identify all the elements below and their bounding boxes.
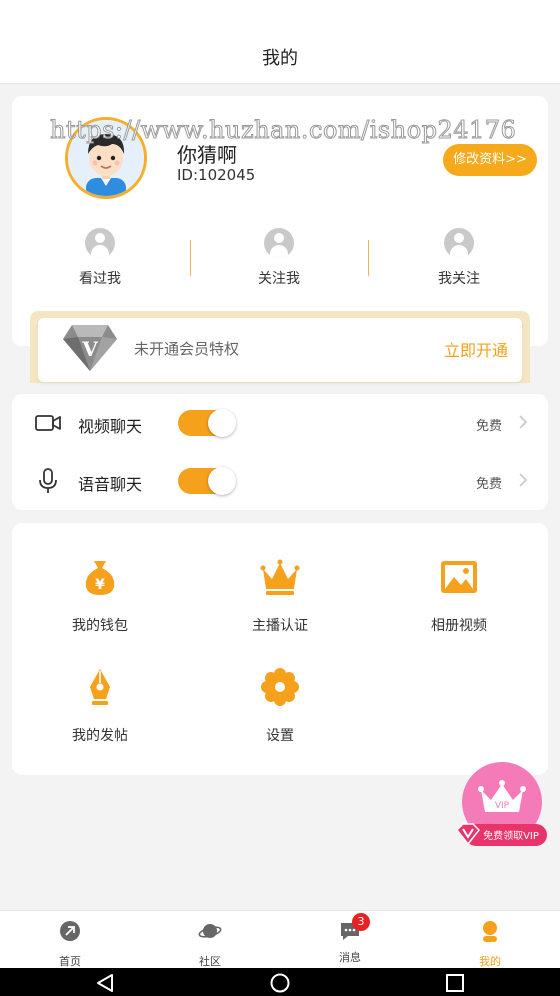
tab-label: 首页 xyxy=(59,955,81,968)
tab-community[interactable]: 社区 xyxy=(170,919,250,969)
vip-status-text: 未开通会员特权 xyxy=(134,340,240,358)
toggle-knob xyxy=(208,409,236,437)
my-posts-label: 我的发帖 xyxy=(72,728,128,744)
tab-home[interactable]: 首页 xyxy=(30,919,110,969)
picture-icon xyxy=(441,561,477,593)
video-chat-toggle[interactable] xyxy=(178,409,236,437)
chevron-right-icon xyxy=(519,415,528,429)
free-vip-label: 免费领取VIP xyxy=(483,829,539,842)
money-bag-icon: ¥ xyxy=(85,561,115,595)
crown-icon xyxy=(260,559,300,595)
vip-letter: V xyxy=(81,337,98,361)
pen-nib-icon xyxy=(90,669,110,705)
tab-label: 社区 xyxy=(199,955,221,968)
stat-label: 我关注 xyxy=(438,271,480,287)
video-camera-icon xyxy=(35,415,61,431)
voice-chat-price: 免费 xyxy=(475,477,502,492)
tab-label: 消息 xyxy=(339,951,361,964)
gear-icon xyxy=(261,668,299,706)
stat-label: 看过我 xyxy=(79,271,121,287)
edit-profile-button[interactable]: 修改资料>> xyxy=(443,144,537,176)
stat-followers[interactable]: 关注我 xyxy=(219,228,339,288)
video-chat-row[interactable]: 视频聊天 免费 xyxy=(12,394,548,452)
home-icon xyxy=(60,921,80,941)
tab-messages[interactable]: 3 消息 xyxy=(310,913,390,965)
video-chat-label: 视频聊天 xyxy=(78,417,143,436)
system-navigation-bar xyxy=(0,968,560,996)
divider xyxy=(368,240,369,276)
vip-banner[interactable]: V 未开通会员特权 立即开通 xyxy=(38,318,522,382)
settings-item[interactable]: 设置 xyxy=(220,667,340,745)
my-posts-item[interactable]: 我的发帖 xyxy=(40,667,160,745)
watermark-text: https://www.huzhan.com/ishop24176 xyxy=(49,116,517,145)
recents-icon[interactable] xyxy=(444,972,466,994)
person-icon xyxy=(85,228,115,258)
feature-grid: ¥ 我的钱包 主播认证 相册视频 我的发帖 设置 xyxy=(12,523,548,775)
top-bar: 我的 xyxy=(0,0,560,84)
video-chat-price: 免费 xyxy=(475,419,502,434)
anchor-certification-item[interactable]: 主播认证 xyxy=(220,557,340,635)
tab-mine[interactable]: 我的 xyxy=(450,919,530,969)
anchor-certification-label: 主播认证 xyxy=(252,618,308,634)
album-video-item[interactable]: 相册视频 xyxy=(399,557,519,635)
user-icon xyxy=(483,921,497,942)
planet-icon xyxy=(198,924,222,938)
svg-text:¥: ¥ xyxy=(95,577,105,593)
diamond-icon: V xyxy=(63,325,117,371)
unread-badge: 3 xyxy=(352,913,370,931)
vip-open-button[interactable]: 立即开通 xyxy=(444,337,508,361)
bottom-tab-bar: 首页 社区 3 消息 我的 xyxy=(0,910,560,968)
wallet-item[interactable]: ¥ 我的钱包 xyxy=(40,557,160,635)
microphone-icon xyxy=(39,468,57,493)
person-icon xyxy=(444,228,474,258)
profile-card: 你猜啊 ID:102045 修改资料>> https://www.huzhan.… xyxy=(12,96,548,346)
wallet-label: 我的钱包 xyxy=(72,618,128,634)
settings-label: 设置 xyxy=(266,728,294,744)
album-video-label: 相册视频 xyxy=(431,618,487,634)
tab-label: 我的 xyxy=(479,955,501,968)
message-icon-wrap: 3 xyxy=(338,913,370,943)
page-title: 我的 xyxy=(262,48,298,69)
divider xyxy=(190,240,191,276)
home-circle-icon[interactable] xyxy=(269,972,291,994)
user-id: ID:102045 xyxy=(177,166,256,184)
chat-settings-card: 视频聊天 免费 语音聊天 免费 xyxy=(12,394,548,510)
free-vip-float-button[interactable]: VIP 免费领取VIP xyxy=(455,762,549,850)
stat-following[interactable]: 我关注 xyxy=(399,228,519,288)
voice-chat-row[interactable]: 语音聊天 免费 xyxy=(12,452,548,510)
stat-visitors[interactable]: 看过我 xyxy=(40,228,160,288)
stat-label: 关注我 xyxy=(258,271,300,287)
person-icon xyxy=(264,228,294,258)
chevron-right-icon xyxy=(519,473,528,487)
voice-chat-toggle[interactable] xyxy=(178,467,236,495)
back-icon[interactable] xyxy=(94,972,116,994)
toggle-knob xyxy=(208,467,236,495)
vip-crown-text: VIP xyxy=(495,801,510,811)
voice-chat-label: 语音聊天 xyxy=(78,475,143,494)
